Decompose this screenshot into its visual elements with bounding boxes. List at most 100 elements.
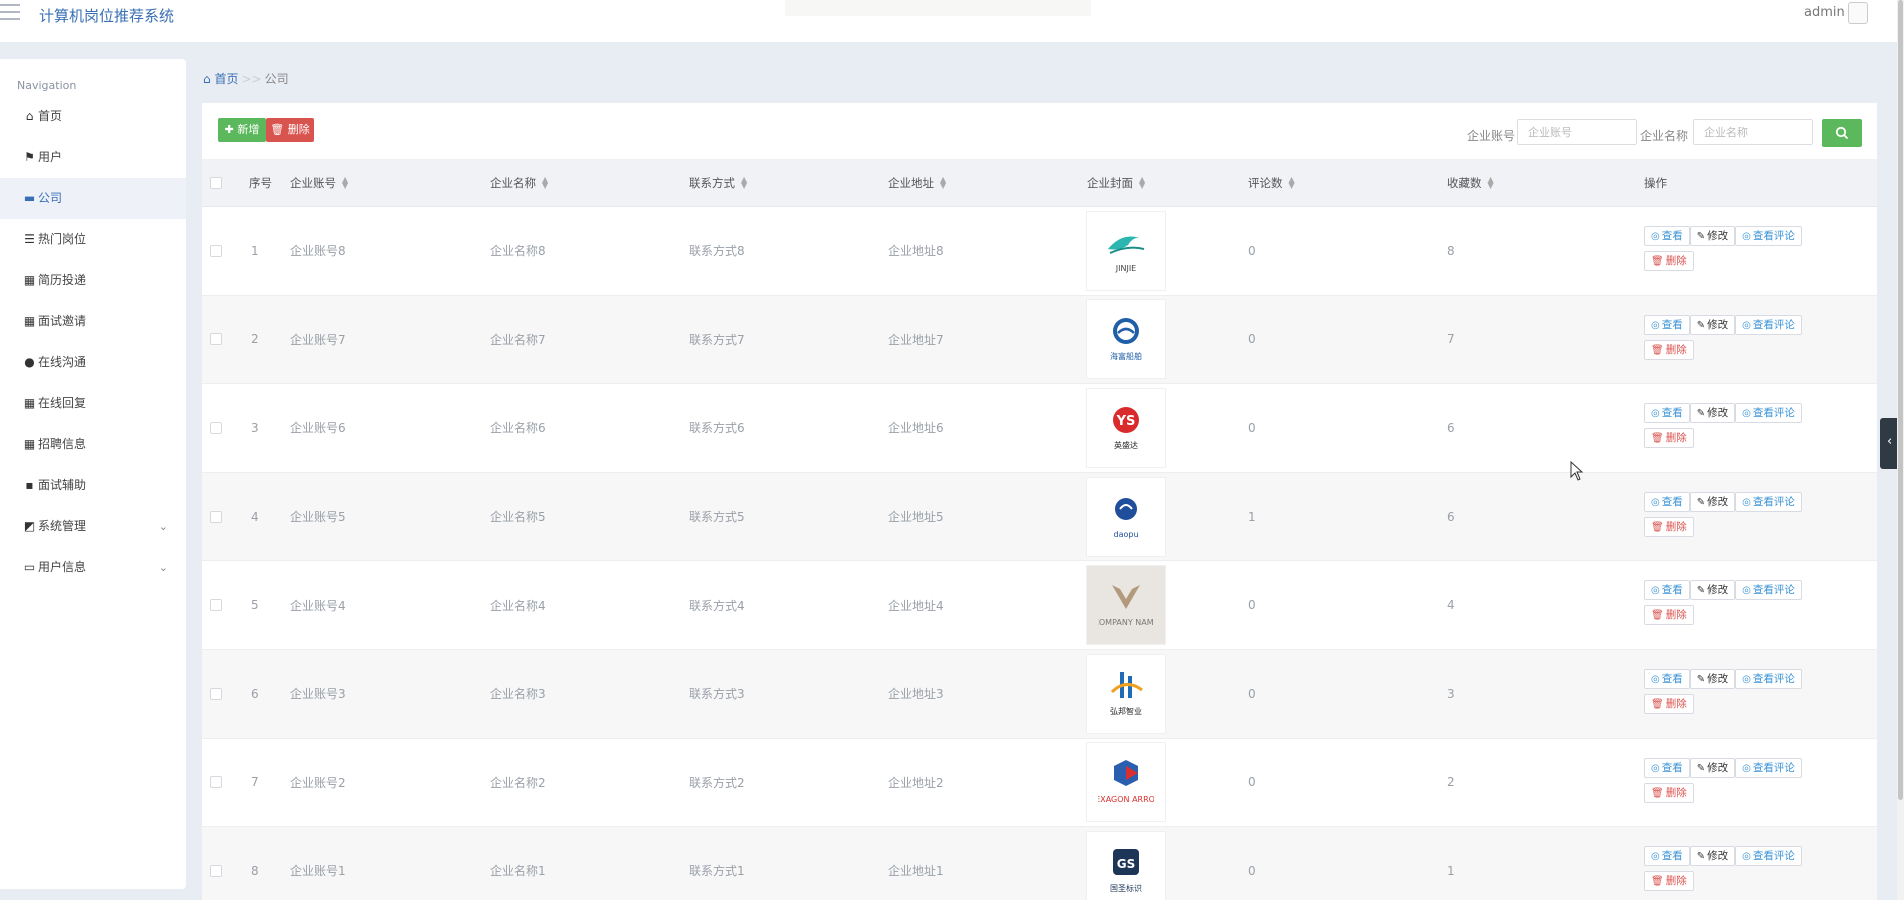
header-index: 序号 <box>249 175 272 190</box>
view-button[interactable]: ◎ 查看 <box>1644 668 1690 689</box>
eye-icon: ◎ <box>1742 231 1751 242</box>
row-checkbox[interactable] <box>210 687 222 700</box>
row-checkbox[interactable] <box>210 599 222 612</box>
sidebar-item-3[interactable]: ☰ 热门岗位 <box>0 219 186 260</box>
view-comments-button[interactable]: ◎ 查看评论 <box>1735 491 1802 512</box>
app-title: 计算机岗位推荐系统 <box>39 7 175 25</box>
cell-comments: 0 <box>1248 598 1256 613</box>
edit-button[interactable]: ✎ 修改 <box>1689 226 1736 246</box>
sidebar-item-label: 面试邀请 <box>38 314 87 328</box>
company-logo[interactable]: daopu <box>1086 476 1166 557</box>
sidebar-item-7[interactable]: ▦ 在线回复 <box>0 383 186 424</box>
view-comments-button[interactable]: ◎ 查看评论 <box>1735 757 1802 778</box>
cell-name: 企业名称7 <box>490 332 546 347</box>
view-button[interactable]: ◎ 查看 <box>1644 491 1690 512</box>
company-logo[interactable]: COMPANY NAME <box>1086 565 1166 646</box>
header-address[interactable]: 企业地址 ▲ ▼ <box>888 159 946 206</box>
header-contact[interactable]: 联系方式 ▲ ▼ <box>689 159 747 206</box>
sidebar-item-1[interactable]: ⚑ 用户 <box>0 137 186 178</box>
sidebar-item-0[interactable]: ⌂ 首页 <box>0 96 186 137</box>
header-cover[interactable]: 企业封面 ▲ ▼ <box>1087 159 1145 206</box>
sidebar-item-6[interactable]: ● 在线沟通 <box>0 342 186 383</box>
edit-button[interactable]: ✎ 修改 <box>1689 668 1736 689</box>
company-logo[interactable]: GS 国圣标识 <box>1086 830 1166 900</box>
sidebar-item-label: 在线沟通 <box>38 355 87 369</box>
row-checkbox[interactable] <box>210 864 222 877</box>
row-delete-button[interactable]: 🗑 删除 <box>1644 251 1694 271</box>
table-body: 1 企业账号8 企业名称8 联系方式8 企业地址8 JINJIE 0 8 ◎ 查看 ✎ 修改 ◎ 查看评论… <box>202 207 1877 900</box>
row-delete-button[interactable]: 🗑 删除 <box>1644 605 1694 626</box>
sidebar-item-5[interactable]: ▦ 面试邀请 <box>0 301 186 342</box>
header-comments[interactable]: 评论数 ▲ ▼ <box>1248 159 1295 206</box>
breadcrumb-home[interactable]: ⌂ 首页 <box>203 72 238 86</box>
account-search-input[interactable] <box>1517 119 1637 145</box>
sidebar-item-11[interactable]: ▭ 用户信息 ⌄ <box>0 547 186 588</box>
company-logo[interactable]: 弘邦智业 <box>1086 653 1166 734</box>
view-button-label: 查看 <box>1661 850 1683 863</box>
table-header: 序号 企业账号 ▲ ▼ 企业名称 ▲ ▼ 联系方式 ▲ ▼ 企业地址 ▲ ▼ 企业封面 ▲ ▼ 评论… <box>202 159 1877 207</box>
row-delete-button[interactable]: 🗑 删除 <box>1644 782 1694 803</box>
sidebar-item-10[interactable]: ◩ 系统管理 ⌄ <box>0 506 186 547</box>
view-comments-button[interactable]: ◎ 查看评论 <box>1735 580 1802 601</box>
view-comments-button[interactable]: ◎ 查看评论 <box>1735 668 1802 689</box>
search-button[interactable] <box>1822 119 1862 147</box>
cell-address: 企业地址5 <box>888 510 944 525</box>
edit-button[interactable]: ✎ 修改 <box>1689 757 1736 778</box>
sidebar-item-label: 面试辅助 <box>38 478 87 492</box>
row-checkbox[interactable] <box>210 333 222 346</box>
delete-button[interactable]: 🗑 删除 <box>266 118 314 142</box>
edit-button[interactable]: ✎ 修改 <box>1689 403 1736 424</box>
header-favorites[interactable]: 收藏数 ▲ ▼ <box>1447 159 1494 206</box>
row-delete-button[interactable]: 🗑 删除 <box>1644 428 1694 449</box>
view-comments-button-label: 查看评论 <box>1752 584 1795 597</box>
company-logo[interactable]: 海富船舶 <box>1086 299 1166 380</box>
sidebar-item-8[interactable]: ▦ 招聘信息 <box>0 424 186 465</box>
sidebar-item-9[interactable]: ▪ 面试辅助 <box>0 465 186 506</box>
menu-icon[interactable] <box>0 4 22 22</box>
sort-icon: ▲ ▼ <box>741 174 748 190</box>
edit-icon: ✎ <box>1696 231 1706 242</box>
edit-button[interactable]: ✎ 修改 <box>1689 314 1736 335</box>
header-name[interactable]: 企业名称 ▲ ▼ <box>490 159 548 206</box>
row-delete-button[interactable]: 🗑 删除 <box>1644 693 1694 714</box>
row-checkbox[interactable] <box>210 776 222 789</box>
add-button[interactable]: ✚ 新增 <box>218 118 266 142</box>
view-button[interactable]: ◎ 查看 <box>1644 314 1690 335</box>
edit-button[interactable]: ✎ 修改 <box>1689 491 1736 512</box>
cell-address: 企业地址8 <box>888 244 944 259</box>
company-logo[interactable]: YS 英盛达 <box>1086 387 1166 468</box>
select-all-checkbox[interactable] <box>210 176 222 189</box>
row-delete-button[interactable]: 🗑 删除 <box>1644 871 1694 892</box>
edit-button-label: 修改 <box>1707 495 1729 508</box>
sidebar-item-4[interactable]: ▦ 简历投递 <box>0 260 186 301</box>
edit-button[interactable]: ✎ 修改 <box>1689 846 1736 867</box>
edit-icon: ✎ <box>1696 762 1706 774</box>
username[interactable]: admin <box>1804 5 1845 20</box>
company-logo[interactable]: JINJIE <box>1086 210 1166 291</box>
header-account[interactable]: 企业账号 ▲ ▼ <box>290 159 348 206</box>
vertical-scrollbar[interactable] <box>1897 0 1904 900</box>
view-button[interactable]: ◎ 查看 <box>1644 757 1690 778</box>
company-logo[interactable]: HEXAGON ARROW <box>1086 742 1166 823</box>
view-button[interactable]: ◎ 查看 <box>1644 226 1690 246</box>
view-comments-button[interactable]: ◎ 查看评论 <box>1735 846 1802 867</box>
cell-contact: 联系方式6 <box>689 421 745 436</box>
header-cover-label: 企业封面 <box>1087 175 1133 190</box>
scrollbar-thumb[interactable] <box>1898 0 1903 800</box>
name-search-input[interactable] <box>1693 119 1813 145</box>
view-button[interactable]: ◎ 查看 <box>1644 403 1690 424</box>
view-comments-button[interactable]: ◎ 查看评论 <box>1735 226 1802 246</box>
row-delete-button[interactable]: 🗑 删除 <box>1644 339 1694 360</box>
row-checkbox[interactable] <box>210 244 222 257</box>
view-button[interactable]: ◎ 查看 <box>1644 580 1690 601</box>
view-button[interactable]: ◎ 查看 <box>1644 846 1690 867</box>
view-comments-button-label: 查看评论 <box>1752 230 1795 242</box>
view-comments-button[interactable]: ◎ 查看评论 <box>1735 314 1802 335</box>
sidebar-item-2[interactable]: ▬ 公司 <box>0 178 186 219</box>
row-checkbox[interactable] <box>210 421 222 434</box>
view-comments-button[interactable]: ◎ 查看评论 <box>1735 403 1802 424</box>
row-delete-button[interactable]: 🗑 删除 <box>1644 516 1694 537</box>
avatar[interactable] <box>1848 2 1868 24</box>
edit-button[interactable]: ✎ 修改 <box>1689 580 1736 601</box>
row-checkbox[interactable] <box>210 510 222 523</box>
